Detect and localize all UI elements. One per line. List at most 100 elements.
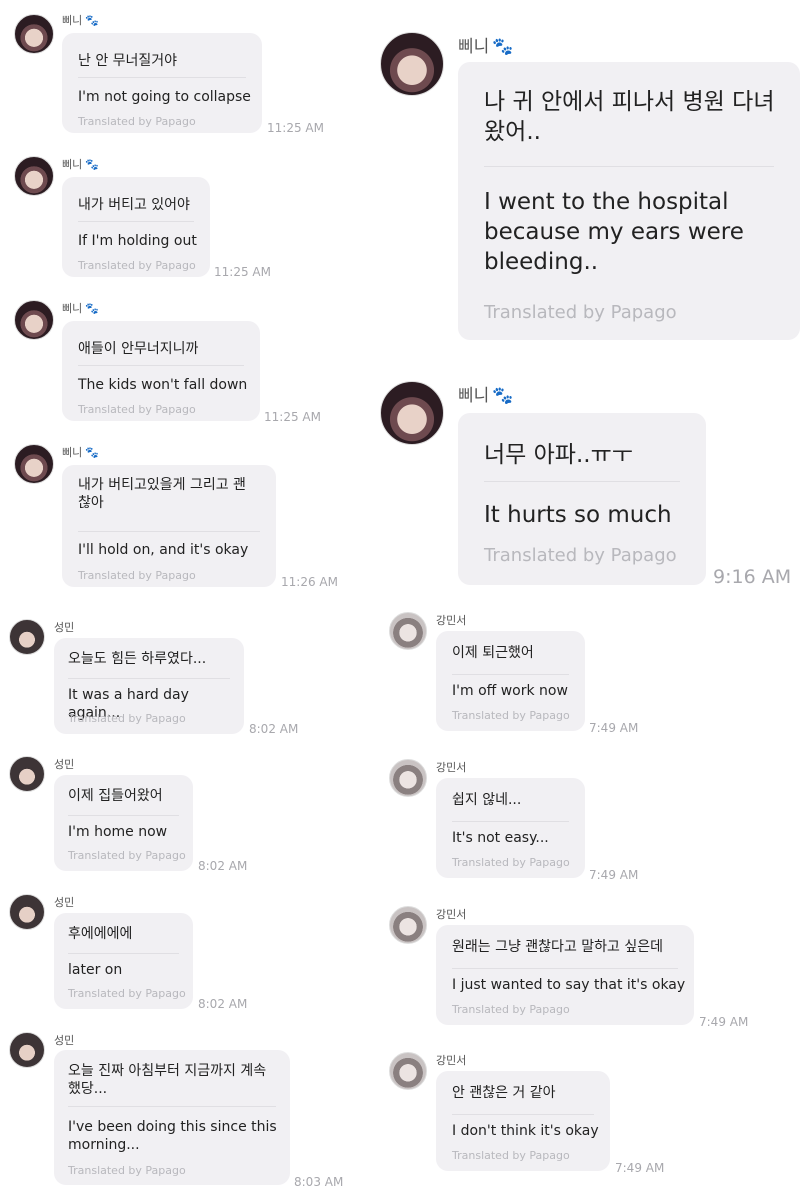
sender-name: 강민서 <box>436 1052 466 1068</box>
paw-icon: 🐾 <box>85 302 99 315</box>
translation-credit: Translated by Papago <box>68 1164 186 1177</box>
translated-text: The kids won't fall down <box>78 377 248 393</box>
sender-name-text: 삐니 <box>62 446 83 459</box>
avatar[interactable] <box>389 906 427 944</box>
paw-icon: 🐾 <box>85 14 99 27</box>
avatar[interactable] <box>14 444 54 484</box>
sender-name-text: 강민서 <box>436 761 467 774</box>
paw-icon: 🐾 <box>85 158 99 171</box>
sender-name-text: 삐니 <box>458 386 490 406</box>
avatar[interactable] <box>9 756 45 792</box>
sender-name: 성민 <box>54 894 74 910</box>
avatar[interactable] <box>389 1052 427 1090</box>
timestamp: 8:02 AM <box>249 722 299 736</box>
sender-name-text: 삐니 <box>62 158 83 171</box>
sender-name-text: 삐니 <box>458 37 490 57</box>
message-bubble[interactable]: 내가 버티고 있어야 If I'm holding out Translated b… <box>62 177 210 277</box>
translated-text: I'm not going to collapse <box>78 89 251 105</box>
sender-name: 강민서 <box>436 906 466 922</box>
sender-name-text: 성민 <box>54 621 75 634</box>
translated-text: I've been doing this since this morning.… <box>68 1119 277 1154</box>
message-bubble[interactable]: 안 괜찮은 거 같아 I don't think it's okay Transla… <box>436 1071 610 1171</box>
message-bubble[interactable]: 오늘 진짜 아침부터 지금까지 계속 했당... I've been doing … <box>54 1050 290 1185</box>
message-bubble[interactable]: 너무 아파..ㅠㅜ It hurts so much Translated by P… <box>458 413 706 585</box>
sender-name: 성민 <box>54 619 74 635</box>
avatar[interactable] <box>389 759 427 797</box>
message-bubble[interactable]: 나 귀 안에서 피나서 병원 다녀왔어.. I went to the hospi… <box>458 62 800 340</box>
sender-name-text: 성민 <box>54 896 75 909</box>
message-bubble[interactable]: 쉽지 않네... It's not easy... Translated by Pa… <box>436 778 585 878</box>
original-text: 후에에에에 <box>68 926 133 942</box>
translation-credit: Translated by Papago <box>68 712 186 725</box>
paw-icon: 🐾 <box>492 37 514 57</box>
avatar[interactable] <box>9 1032 45 1068</box>
sender-name: 삐니 🐾 <box>458 381 513 406</box>
message-bubble[interactable]: 이제 집들어왔어 I'm home now Translated by Papago <box>54 775 193 871</box>
sender-name-text: 강민서 <box>436 908 467 921</box>
paw-icon: 🐾 <box>85 446 99 459</box>
timestamp: 11:26 AM <box>281 575 338 589</box>
original-text: 내가 버티고있을게 그리고 괜찮아 <box>78 477 246 512</box>
timestamp: 8:03 AM <box>294 1175 344 1189</box>
divider <box>452 821 569 822</box>
divider <box>68 953 179 954</box>
translation-credit: Translated by Papago <box>68 987 186 1000</box>
message-bubble[interactable]: 애들이 안무너지니까 The kids won't fall down Transl… <box>62 321 260 421</box>
translated-text: later on <box>68 962 123 978</box>
translated-text: If I'm holding out <box>78 233 197 249</box>
divider <box>78 77 246 78</box>
divider <box>484 481 680 482</box>
timestamp: 7:49 AM <box>589 868 639 882</box>
divider <box>452 1114 594 1115</box>
translated-text: I'm home now <box>68 824 168 840</box>
sender-name: 삐니 🐾 <box>458 32 513 57</box>
sender-name-text: 삐니 <box>62 14 83 27</box>
sender-name: 강민서 <box>436 759 466 775</box>
avatar[interactable] <box>380 32 444 96</box>
paw-icon: 🐾 <box>492 386 514 406</box>
avatar[interactable] <box>9 619 45 655</box>
timestamp: 11:25 AM <box>267 121 324 135</box>
message-bubble[interactable]: 후에에에에 later on Translated by Papago <box>54 913 193 1009</box>
timestamp: 8:02 AM <box>198 859 248 873</box>
sender-name: 삐니 🐾 <box>62 300 99 316</box>
translation-credit: Translated by Papago <box>452 856 570 869</box>
sender-name-text: 삐니 <box>62 302 83 315</box>
message-bubble[interactable]: 이제 퇴근했어 I'm off work now Translated by Pap… <box>436 631 585 731</box>
message-bubble[interactable]: 내가 버티고있을게 그리고 괜찮아 I'll hold on, and it's … <box>62 465 276 587</box>
message-bubble[interactable]: 원래는 그냥 괜찮다고 말하고 싶은데 I just wanted to say … <box>436 925 694 1025</box>
translated-text: It's not easy... <box>452 830 549 846</box>
avatar[interactable] <box>380 381 444 445</box>
avatar[interactable] <box>389 612 427 650</box>
avatar[interactable] <box>9 894 45 930</box>
timestamp: 7:49 AM <box>615 1161 665 1175</box>
original-text: 이제 퇴근했어 <box>452 645 534 661</box>
avatar[interactable] <box>14 14 54 54</box>
translation-credit: Translated by Papago <box>484 545 677 566</box>
message-bubble[interactable]: 오늘도 힘든 하루였다... It was a hard day again...… <box>54 638 244 734</box>
original-text: 너무 아파..ㅠㅜ <box>484 442 633 468</box>
divider <box>68 1106 276 1107</box>
sender-name: 삐니 🐾 <box>62 156 99 172</box>
translated-text: I just wanted to say that it's okay <box>452 977 686 993</box>
timestamp: 7:49 AM <box>589 721 639 735</box>
avatar[interactable] <box>14 300 54 340</box>
original-text: 애들이 안무너지니까 <box>78 341 199 357</box>
avatar[interactable] <box>14 156 54 196</box>
original-text: 오늘 진짜 아침부터 지금까지 계속 했당... <box>68 1063 267 1098</box>
sender-name-text: 강민서 <box>436 1054 467 1067</box>
original-text: 오늘도 힘든 하루였다... <box>68 651 207 667</box>
divider <box>68 678 230 679</box>
divider <box>452 674 569 675</box>
sender-name-text: 강민서 <box>436 614 467 627</box>
sender-name-text: 성민 <box>54 758 75 771</box>
timestamp: 9:16 AM <box>713 566 792 588</box>
translated-text: I don't think it's okay <box>452 1123 599 1139</box>
divider <box>78 221 194 222</box>
original-text: 내가 버티고 있어야 <box>78 197 190 213</box>
divider <box>78 531 260 532</box>
message-bubble[interactable]: 난 안 무너질거야 I'm not going to collapse Transl… <box>62 33 262 133</box>
translation-credit: Translated by Papago <box>452 1003 570 1016</box>
timestamp: 11:25 AM <box>264 410 321 424</box>
timestamp: 11:25 AM <box>214 265 271 279</box>
